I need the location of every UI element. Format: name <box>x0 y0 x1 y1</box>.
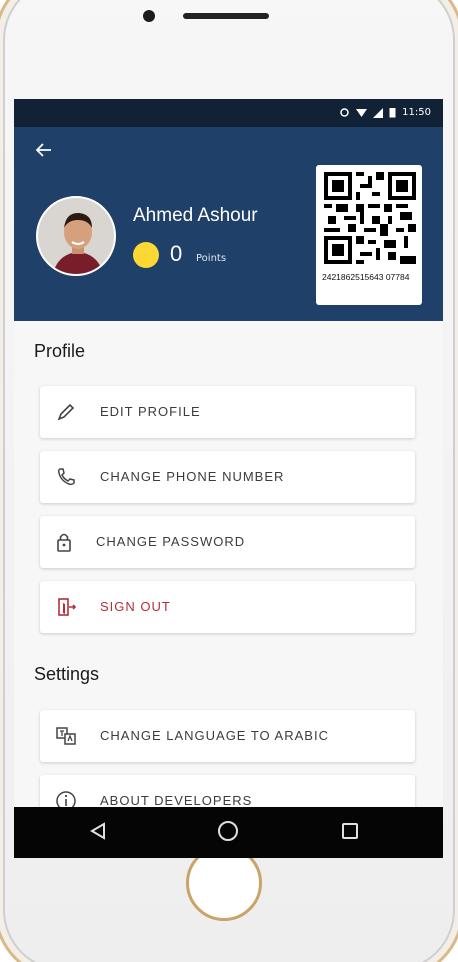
phone-screen: 11:50 Ahmed Ashour 0 Points 242186251564… <box>14 99 443 858</box>
sign-out-button[interactable]: SIGN OUT <box>40 581 415 633</box>
signal-icon <box>373 107 384 118</box>
pencil-icon <box>57 403 75 421</box>
coin-icon <box>133 242 159 268</box>
nav-home-icon[interactable] <box>218 821 238 841</box>
qr-card: 2421862515643 07784 <box>316 165 422 305</box>
status-bar: 11:50 <box>14 99 443 127</box>
back-arrow-icon[interactable] <box>36 143 52 157</box>
front-camera <box>143 10 155 22</box>
status-icons: 11:50 <box>339 107 431 118</box>
phone-icon <box>57 468 75 486</box>
points-label: Points <box>196 253 227 264</box>
wifi-icon <box>356 108 368 117</box>
change-password-button[interactable]: CHANGE PASSWORD <box>40 516 415 568</box>
points-value: 0 <box>170 241 183 266</box>
change-password-label: CHANGE PASSWORD <box>96 534 246 549</box>
change-phone-label: CHANGE PHONE NUMBER <box>100 469 285 484</box>
change-language-button[interactable]: CHANGE LANGUAGE TO ARABIC <box>40 710 415 762</box>
nav-recents-icon[interactable] <box>342 823 358 839</box>
avatar <box>36 196 116 276</box>
qr-number: 2421862515643 07784 <box>322 272 410 282</box>
nav-back-icon[interactable] <box>90 822 106 840</box>
profile-section-title: Profile <box>34 341 86 361</box>
sync-icon <box>340 108 349 117</box>
settings-section-title: Settings <box>34 664 100 684</box>
battery-icon <box>389 108 396 118</box>
sign-out-label: SIGN OUT <box>100 599 171 614</box>
change-language-label: CHANGE LANGUAGE TO ARABIC <box>100 728 329 743</box>
profile-header: Ahmed Ashour 0 Points 2421862515643 0778… <box>14 127 443 321</box>
edit-profile-button[interactable]: EDIT PROFILE <box>40 386 415 438</box>
avatar-image <box>38 198 114 274</box>
status-time: 11:50 <box>402 107 431 118</box>
earpiece-speaker <box>183 13 269 19</box>
change-phone-button[interactable]: CHANGE PHONE NUMBER <box>40 451 415 503</box>
user-name: Ahmed Ashour <box>133 205 258 226</box>
lock-icon <box>57 533 71 552</box>
edit-profile-label: EDIT PROFILE <box>100 404 201 419</box>
exit-icon <box>58 598 77 616</box>
translate-icon <box>56 727 76 745</box>
qr-code-icon <box>324 172 416 264</box>
about-developers-label: ABOUT DEVELOPERS <box>100 793 253 808</box>
navigation-bar <box>14 807 443 858</box>
